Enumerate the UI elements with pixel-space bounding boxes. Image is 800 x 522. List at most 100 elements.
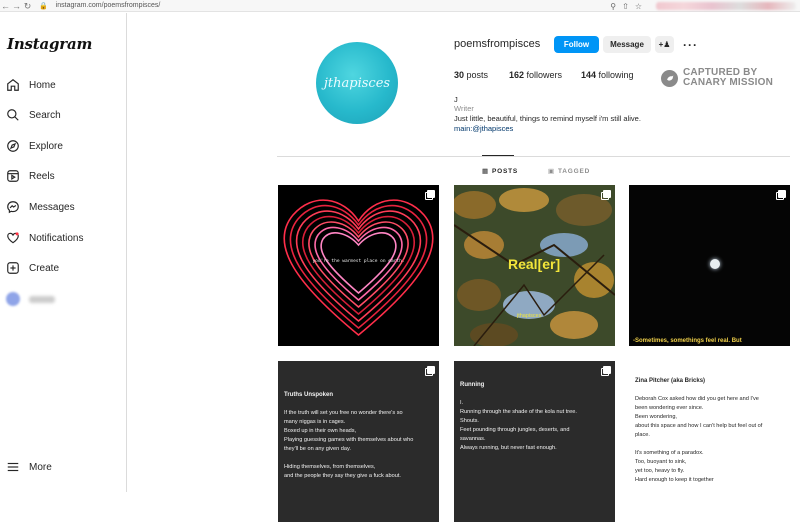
posts-count-value: 30	[454, 70, 465, 80]
poem-line: about this space and how I can't help bu…	[635, 423, 763, 429]
following-count[interactable]: 144 following	[581, 70, 634, 80]
sidebar-item-notifications[interactable]: Notifications	[6, 228, 83, 248]
canary-mission-watermark: CAPTURED BY CANARY MISSION	[661, 67, 791, 89]
create-plus-icon	[6, 261, 20, 275]
moon-image	[710, 259, 720, 269]
poem-line: many niggas is in cages.	[284, 419, 346, 425]
more-options-icon[interactable]: ···	[683, 38, 698, 52]
poem-title: Zina Pitcher (aka Bricks)	[635, 378, 706, 384]
carousel-icon	[601, 366, 611, 376]
sidebar-item-label: More	[29, 461, 52, 473]
message-button[interactable]: Message	[603, 36, 651, 53]
post-overlay-title: Real[er]	[508, 256, 561, 272]
canary-bird-icon	[661, 69, 678, 87]
sidebar-item-messages[interactable]: Messages	[6, 197, 75, 217]
grid-icon: ▦	[482, 168, 489, 175]
poem-line: savannas.	[460, 436, 486, 442]
post-thumbnail[interactable]: -Sometimes, somethings feel real. But	[629, 185, 790, 346]
sidebar-item-create[interactable]: Create	[6, 258, 59, 278]
poem-line: Been wondering,	[635, 414, 677, 420]
tabs-divider	[277, 156, 790, 157]
sidebar-item-label: Explore	[29, 140, 63, 152]
post-thumbnail[interactable]: Truths Unspoken If the truth will set yo…	[278, 361, 439, 522]
sidebar-item-label: Messages	[29, 201, 75, 213]
sidebar-item-search[interactable]: Search	[6, 105, 61, 125]
profile-avatar[interactable]: jthapisces	[316, 42, 398, 124]
zoom-icon[interactable]: ⚲	[610, 2, 616, 11]
post-thumbnail[interactable]: Running I. Running through the shade of …	[454, 361, 615, 522]
forward-icon[interactable]: →	[11, 0, 22, 12]
sidebar-item-more[interactable]: More	[6, 457, 52, 477]
bookmark-star-icon[interactable]: ☆	[635, 2, 642, 11]
tagged-icon: ▣	[548, 168, 555, 175]
poem-line: place.	[635, 432, 650, 438]
following-count-label: following	[598, 70, 634, 80]
tab-posts[interactable]: ▦ POSTS	[482, 167, 518, 176]
bio-category: Writer	[454, 104, 474, 113]
followers-count-value: 162	[509, 70, 525, 80]
posts-count-label: posts	[466, 70, 489, 80]
post-thumbnail[interactable]: Zina Pitcher (aka Bricks) Deborah Cox as…	[629, 361, 790, 522]
profile-username: poemsfrompisces	[454, 38, 541, 50]
poem-line: Deborah Cox asked how did you get here a…	[635, 396, 759, 402]
bio-text: Just little, beautiful, things to remind…	[454, 114, 641, 123]
poem-line	[635, 440, 787, 449]
poem-line	[284, 454, 436, 463]
extensions-blurred	[656, 2, 796, 10]
poem-line: I.	[460, 400, 464, 406]
bio-name: J	[454, 95, 458, 104]
tab-label: TAGGED	[557, 167, 591, 175]
profile-name-blurred	[29, 295, 55, 303]
posts-count: 30 posts	[454, 70, 488, 80]
instagram-logo[interactable]: Instagram	[7, 35, 92, 53]
poem-line: Hard enough to keep it together	[635, 477, 714, 483]
poem-line: Hiding themselves, from themselves,	[284, 464, 376, 470]
followers-count[interactable]: 162 followers	[509, 70, 562, 80]
post-overlay-tag: jthapisces	[517, 313, 542, 319]
bio-mention-link[interactable]: main:@jthapisces	[454, 124, 513, 133]
sidebar-item-label: Notifications	[29, 232, 84, 244]
sidebar-item-profile[interactable]	[6, 289, 55, 309]
following-count-value: 144	[581, 70, 597, 80]
sidebar: Instagram Home Search Explore Reels Mess…	[0, 13, 127, 492]
poem-title: Truths Unspoken	[284, 392, 334, 398]
add-user-icon: +♟	[658, 40, 671, 49]
suggested-users-button[interactable]: +♟	[655, 36, 674, 53]
messenger-icon	[6, 200, 20, 214]
sidebar-item-label: Search	[29, 109, 61, 121]
sidebar-item-home[interactable]: Home	[6, 75, 56, 95]
heart-icon	[6, 231, 20, 245]
carousel-icon	[425, 190, 435, 200]
post-caption-text: you're the warmest place on earth.	[312, 259, 405, 264]
poem-line: If the truth will set you free no wonder…	[284, 410, 403, 416]
post-thumbnail[interactable]: you're the warmest place on earth.	[278, 185, 439, 346]
poem-line: Playing guessing games with themselves a…	[284, 437, 414, 443]
poem-line: Feet pounding through jungles, deserts, …	[460, 427, 570, 433]
lock-icon[interactable]: 🔒	[39, 2, 48, 10]
poem-line: they'll be on any given day.	[284, 446, 351, 452]
carousel-icon	[601, 190, 611, 200]
reload-icon[interactable]: ↻	[22, 0, 33, 12]
poem-title: Running	[460, 382, 485, 388]
poem-line: Boxed up in their own heads,	[284, 428, 357, 434]
sidebar-item-label: Reels	[29, 170, 55, 182]
address-bar[interactable]: instagram.com/poemsfrompisces/	[56, 2, 161, 9]
poem-line: Shouts.	[460, 418, 479, 424]
reels-icon	[6, 169, 20, 183]
browser-toolbar: ← → ↻ 🔒 instagram.com/poemsfrompisces/ ⚲…	[0, 0, 800, 12]
post-caption-text: -Sometimes, somethings feel real. But	[633, 338, 742, 344]
back-icon[interactable]: ←	[0, 0, 11, 12]
sidebar-item-reels[interactable]: Reels	[6, 166, 55, 186]
post-thumbnail[interactable]: Real[er] jthapisces	[454, 185, 615, 346]
poem-line: It's something of a paradox.	[635, 450, 704, 456]
tab-tagged[interactable]: ▣ TAGGED	[548, 167, 591, 176]
sidebar-item-label: Create	[29, 262, 60, 274]
follow-button[interactable]: Follow	[554, 36, 599, 53]
poem-line: Too, buoyant to sink,	[635, 459, 687, 465]
active-tab-indicator	[482, 155, 514, 156]
poem-line: yet too, heavy to fly.	[635, 468, 685, 474]
share-icon[interactable]: ⇧	[622, 2, 629, 11]
sidebar-item-explore[interactable]: Explore	[6, 136, 63, 156]
avatar-text: jthapisces	[323, 75, 391, 91]
carousel-icon	[776, 190, 786, 200]
